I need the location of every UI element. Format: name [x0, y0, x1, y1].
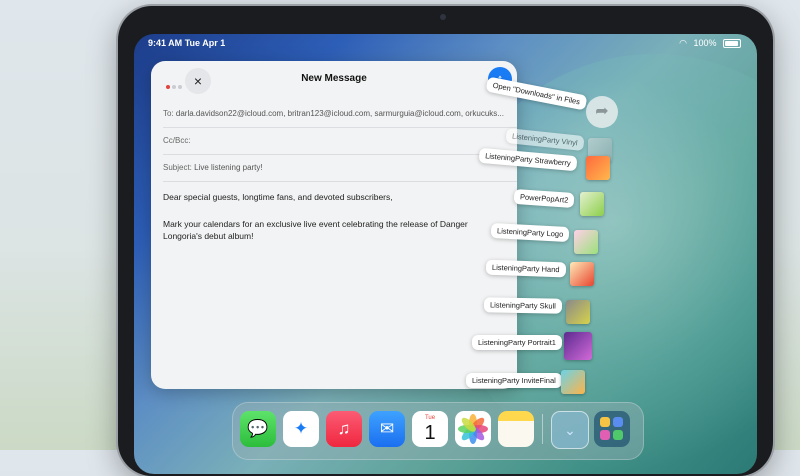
- subject-label: Subject:: [163, 163, 192, 172]
- notes-app-icon[interactable]: [498, 411, 534, 447]
- invite-thumbnail: [561, 370, 585, 394]
- mail-app-icon[interactable]: ✉: [369, 411, 405, 447]
- skull-thumbnail: [566, 300, 590, 324]
- messages-app-icon[interactable]: 💬: [240, 411, 276, 447]
- music-app-icon[interactable]: ♫: [326, 411, 362, 447]
- dock: 💬 ✦ ♫ ✉ Tue 1 ⌄: [232, 402, 644, 460]
- forward-arrow-icon[interactable]: ➦: [586, 96, 618, 128]
- drag-item-label: ListeningParty Hand: [485, 259, 566, 278]
- divider: [163, 127, 517, 128]
- to-label: To:: [163, 109, 174, 118]
- portrait-thumbnail: [564, 332, 592, 360]
- photos-app-icon[interactable]: [455, 411, 491, 447]
- battery-icon: [723, 39, 741, 49]
- to-value: darla.davidson22@icloud.com, britran123@…: [175, 109, 504, 118]
- cc-field[interactable]: Cc/Bcc:: [163, 136, 517, 145]
- calendar-app-icon[interactable]: Tue 1: [412, 411, 448, 447]
- body-greeting[interactable]: Dear special guests, longtime fans, and …: [163, 191, 483, 203]
- logo-thumbnail: [574, 230, 598, 254]
- drag-item-label: ListeningParty Portrait1: [472, 335, 562, 350]
- app-library-grid: [600, 417, 624, 441]
- to-field[interactable]: To: darla.davidson22@icloud.com, britran…: [163, 109, 517, 118]
- hand-thumbnail: [570, 262, 594, 286]
- calendar-day: Tue: [424, 415, 436, 421]
- downloads-folder-icon[interactable]: ⌄: [551, 411, 589, 449]
- ipad-device: 9:41 AM Tue Apr 1 ◠ 100% × New Message ↑…: [118, 6, 773, 476]
- calendar-date: 1: [424, 422, 436, 444]
- dock-separator: [542, 414, 543, 444]
- divider: [163, 154, 517, 155]
- safari-app-icon[interactable]: ✦: [283, 411, 319, 447]
- subject-field[interactable]: Subject: Live listening party!: [163, 163, 517, 172]
- popart-thumbnail: [580, 192, 604, 216]
- wifi-icon: ◠: [679, 38, 687, 48]
- photos-flower-icon: [458, 414, 488, 444]
- strawberry-thumbnail: [586, 156, 610, 180]
- battery-percent: 100%: [693, 38, 717, 48]
- status-time: 9:41 AM: [148, 38, 183, 48]
- status-bar-time: 9:41 AM Tue Apr 1: [148, 38, 225, 48]
- compose-title: New Message: [301, 73, 367, 84]
- mail-compose-window: × New Message ↑ To: darla.davidson22@icl…: [151, 61, 517, 389]
- body-paragraph[interactable]: Mark your calendars for an exclusive liv…: [163, 218, 483, 242]
- status-date: Tue Apr 1: [184, 38, 226, 48]
- cc-label: Cc/Bcc:: [163, 136, 191, 145]
- drag-item-label: ListeningParty InviteFinal: [466, 373, 562, 388]
- app-library-icon[interactable]: [594, 411, 630, 447]
- ipad-screen: 9:41 AM Tue Apr 1 ◠ 100% × New Message ↑…: [134, 34, 757, 474]
- front-camera: [440, 14, 446, 20]
- status-bar-right: ◠ 100%: [675, 38, 741, 49]
- divider: [163, 181, 517, 182]
- subject-value: Live listening party!: [194, 163, 263, 172]
- drag-item-label: ListeningParty Skull: [483, 297, 562, 314]
